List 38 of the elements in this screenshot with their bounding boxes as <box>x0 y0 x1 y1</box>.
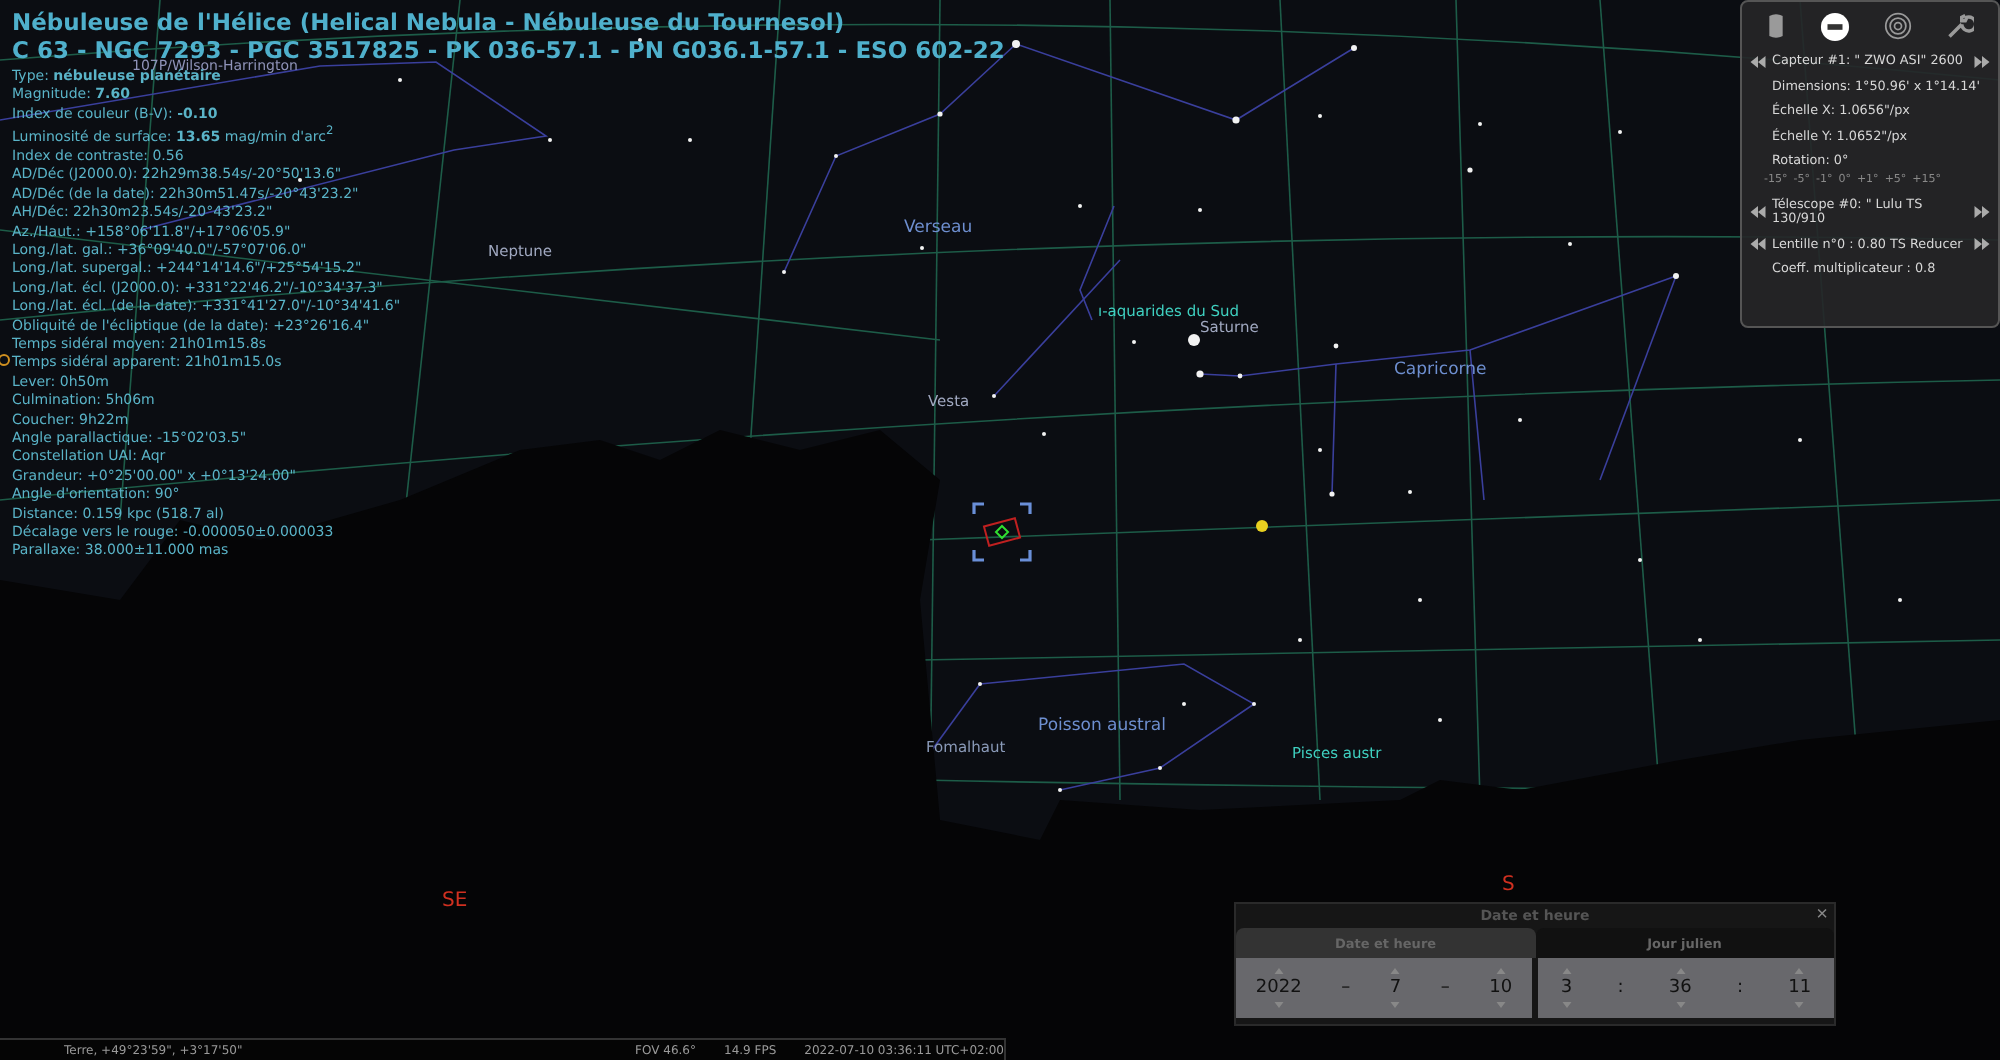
down-arrow-icon[interactable] <box>1273 1002 1284 1008</box>
sensor-icon[interactable] <box>1818 10 1853 44</box>
up-arrow-icon[interactable] <box>1794 968 1805 974</box>
previous-icon[interactable] <box>1750 206 1766 218</box>
up-arrow-icon[interactable] <box>1390 968 1401 974</box>
sky-object-label: Poisson austral <box>1038 718 1166 735</box>
separator-text: : <box>1617 978 1624 998</box>
cardinal-direction-label: SE <box>442 892 468 912</box>
close-button[interactable]: × <box>1816 904 1828 928</box>
cylinder-icon[interactable] <box>1764 10 1789 44</box>
target-reticle-icon <box>970 500 1034 564</box>
next-icon[interactable] <box>1974 55 1990 68</box>
target-circles-icon[interactable] <box>1881 10 1914 44</box>
spin-field[interactable]: 2022 <box>1255 978 1302 998</box>
down-arrow-icon[interactable] <box>1390 1002 1401 1008</box>
next-icon[interactable] <box>1974 206 1990 218</box>
up-arrow-icon[interactable] <box>1495 968 1506 974</box>
spin-field[interactable]: 11 <box>1788 978 1812 998</box>
spin-field[interactable]: 36 <box>1668 978 1692 998</box>
down-arrow-icon[interactable] <box>1561 1002 1572 1008</box>
spin-field[interactable]: 7 <box>1389 978 1402 998</box>
next-icon[interactable] <box>1974 238 1990 251</box>
previous-icon[interactable] <box>1750 55 1766 68</box>
spin-field[interactable]: 10 <box>1489 978 1513 998</box>
object-title: Nébuleuse de l'Hélice (Helical Nebula - Nébuleuse du Tournesol) <box>12 8 847 36</box>
separator-text: : <box>1736 978 1744 998</box>
spin-field[interactable]: 3 <box>1560 978 1573 998</box>
sky-object-label: Verseau <box>904 220 973 237</box>
up-arrow-icon[interactable] <box>1561 968 1572 974</box>
cardinal-direction-label: S <box>1502 876 1515 896</box>
separator-text: – <box>1440 978 1450 998</box>
down-arrow-icon[interactable] <box>1794 1002 1805 1008</box>
down-arrow-icon[interactable] <box>1675 1002 1686 1008</box>
separator-text: – <box>1341 978 1351 998</box>
down-arrow-icon[interactable] <box>1495 1002 1506 1008</box>
previous-icon[interactable] <box>1750 238 1766 251</box>
up-arrow-icon[interactable] <box>1675 968 1686 974</box>
up-arrow-icon[interactable] <box>1273 968 1284 974</box>
